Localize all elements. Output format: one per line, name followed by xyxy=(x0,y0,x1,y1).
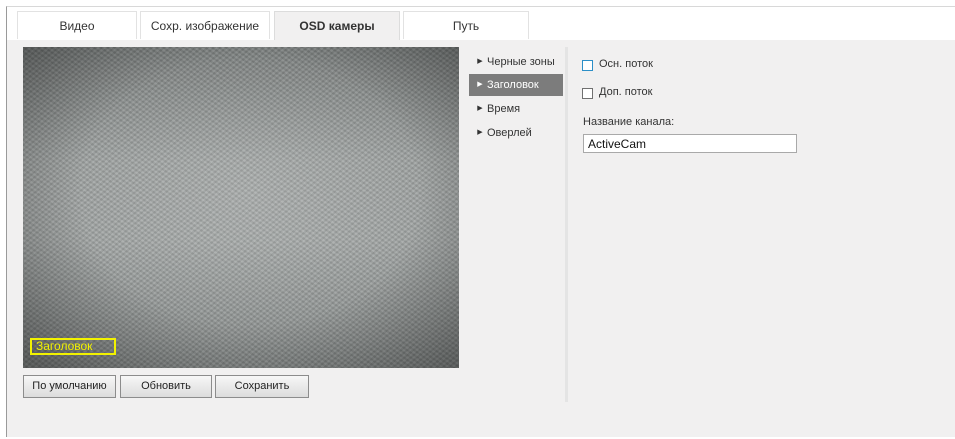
default-button[interactable]: По умолчанию xyxy=(23,375,116,398)
tab-osd-camera[interactable]: OSD камеры xyxy=(274,11,400,40)
channel-name-input[interactable] xyxy=(583,134,797,153)
sub-stream-checkbox[interactable] xyxy=(582,88,593,99)
submenu-item-label: Оверлей xyxy=(487,127,532,139)
tab-video[interactable]: Видео xyxy=(17,11,137,39)
triangle-right-icon: ▶ xyxy=(477,58,483,65)
tab-save-image[interactable]: Сохр. изображение xyxy=(140,11,270,39)
submenu-item-label: Время xyxy=(487,103,521,115)
triangle-right-icon: ▶ xyxy=(477,105,483,112)
sub-stream-label: Доп. поток xyxy=(599,86,653,98)
triangle-right-icon: ▶ xyxy=(477,81,483,88)
submenu-item-black-zones[interactable]: ▶ Черные зоны xyxy=(469,51,563,73)
osd-settings-window: Видео Сохр. изображение OSD камеры Путь … xyxy=(6,6,955,437)
refresh-button[interactable]: Обновить xyxy=(120,375,212,398)
submenu-item-time[interactable]: ▶ Время xyxy=(469,98,563,120)
triangle-right-icon: ▶ xyxy=(477,129,483,136)
submenu-item-overlay[interactable]: ▶ Оверлей xyxy=(469,122,563,144)
camera-preview[interactable]: Заголовок xyxy=(23,47,459,368)
save-button[interactable]: Сохранить xyxy=(215,375,309,398)
main-stream-checkbox[interactable] xyxy=(582,60,593,71)
main-stream-label: Осн. поток xyxy=(599,58,653,70)
channel-name-label: Название канала: xyxy=(583,116,675,128)
tab-bar: Видео Сохр. изображение OSD камеры Путь xyxy=(7,7,955,40)
osd-submenu: ▶ Черные зоны ▶ Заголовок ▶ Время ▶ Оверлей xyxy=(467,47,568,402)
submenu-item-title[interactable]: ▶ Заголовок xyxy=(469,74,563,96)
osd-title-overlay[interactable]: Заголовок xyxy=(30,338,116,355)
submenu-item-label: Заголовок xyxy=(487,79,539,91)
tab-path[interactable]: Путь xyxy=(403,11,529,39)
submenu-item-label: Черные зоны xyxy=(487,56,555,68)
